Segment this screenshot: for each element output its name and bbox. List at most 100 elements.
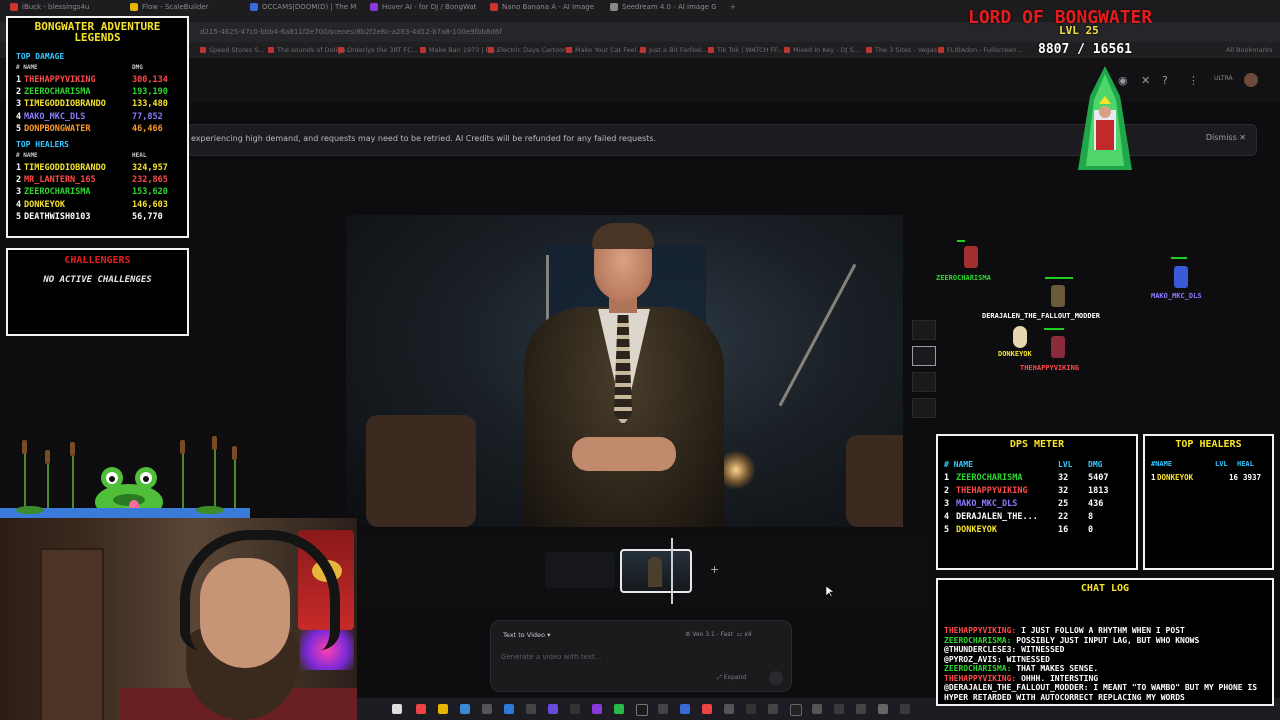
app-icon[interactable] bbox=[658, 704, 668, 714]
browser-tab[interactable]: Nano Banana A - AI Image Gen bbox=[484, 3, 596, 20]
app-icon[interactable] bbox=[680, 704, 690, 714]
heal-value: 232,865 bbox=[132, 175, 168, 186]
dps-damage: 0 bbox=[1088, 525, 1094, 535]
app-icon[interactable] bbox=[900, 704, 910, 714]
chevron-down-icon: ▾ bbox=[547, 631, 551, 639]
edge-icon[interactable] bbox=[460, 704, 470, 714]
damage-value: 193,190 bbox=[132, 87, 168, 98]
bookmark-icon bbox=[420, 47, 426, 53]
chat-message: THEHAPPYVIKING: OHHH. INTERSTING bbox=[944, 674, 1266, 684]
playhead[interactable] bbox=[671, 538, 673, 604]
app-icon[interactable] bbox=[504, 704, 514, 714]
more-menu-icon[interactable]: ⋮ bbox=[1188, 74, 1199, 87]
bookmark-icon bbox=[866, 47, 872, 53]
scene-thumbnail[interactable] bbox=[912, 398, 936, 418]
damage-value: 77,852 bbox=[132, 111, 163, 122]
heal-value: 146,603 bbox=[132, 199, 168, 210]
reeds-decoration bbox=[0, 436, 250, 520]
scene-thumbnail[interactable] bbox=[912, 320, 936, 340]
all-bookmarks[interactable]: All Bookmarks bbox=[1226, 46, 1272, 54]
chat-title: CHAT LOG bbox=[1080, 583, 1130, 594]
mouse-cursor-icon bbox=[826, 586, 834, 598]
xbox-icon[interactable] bbox=[614, 704, 624, 714]
scene-thumbnail[interactable] bbox=[912, 372, 936, 392]
bookmark-item[interactable]: Tik Tok | WATCH FF... bbox=[708, 46, 783, 54]
app-icon[interactable] bbox=[878, 704, 888, 714]
health-bar bbox=[1045, 277, 1073, 279]
send-button[interactable] bbox=[769, 671, 783, 685]
account-tier-badge: ULTRA bbox=[1214, 75, 1233, 82]
chat-messages: THEHAPPYVIKING: I JUST FOLLOW A RHYTHM W… bbox=[944, 626, 1266, 702]
scene-thumbnail[interactable] bbox=[912, 346, 936, 366]
app-icon[interactable] bbox=[482, 704, 492, 714]
bookmark-item[interactable]: Just a Bit Farfeel... bbox=[640, 46, 708, 54]
app-icon[interactable] bbox=[592, 704, 602, 714]
bookmark-item[interactable]: FLItlAdon - Fullscreen... bbox=[938, 46, 1023, 54]
bookmark-item[interactable]: The 3 Sites - Vegas bbox=[866, 46, 937, 54]
app-icon[interactable] bbox=[834, 704, 844, 714]
app-icon[interactable] bbox=[724, 704, 734, 714]
bookmark-item[interactable]: Speed Stores S... bbox=[200, 46, 264, 54]
prompt-input[interactable] bbox=[499, 650, 783, 664]
app-icon[interactable] bbox=[526, 704, 536, 714]
app-icon[interactable] bbox=[746, 704, 756, 714]
new-tab-button[interactable]: + bbox=[724, 3, 744, 20]
bookmark-item[interactable]: Orderlys the 3RT FC... bbox=[338, 46, 418, 54]
app-icon[interactable] bbox=[636, 704, 648, 716]
tab-favicon bbox=[610, 3, 618, 11]
dps-name: DONKEYOK bbox=[956, 525, 997, 535]
dps-title: DPS METER bbox=[1009, 439, 1065, 450]
heal-col-heal: HEAL bbox=[132, 152, 147, 159]
heal-name: DONKEYOK bbox=[24, 199, 65, 210]
file-explorer-icon[interactable] bbox=[392, 704, 402, 714]
expand-button[interactable]: ⤢ Expand bbox=[717, 674, 746, 682]
dps-rank: 4 bbox=[944, 512, 950, 522]
avatar[interactable] bbox=[1244, 73, 1258, 87]
dps-rank: 1 bbox=[944, 473, 950, 483]
damage-value: 46,466 bbox=[132, 123, 163, 134]
app-icon[interactable] bbox=[548, 704, 558, 714]
help-icon[interactable]: ? bbox=[1162, 74, 1168, 87]
presenter-hands bbox=[572, 437, 676, 471]
model-selector[interactable]: ⚙ Veo 3.1 - Fast ▭ x4 bbox=[685, 631, 752, 638]
app-icon[interactable] bbox=[812, 704, 822, 714]
dps-name: THEHAPPYVIKING bbox=[956, 486, 1028, 496]
mode-dropdown[interactable]: Text to Video ▾ bbox=[503, 631, 550, 639]
app-icon[interactable] bbox=[856, 704, 866, 714]
tab-favicon bbox=[10, 3, 18, 11]
chat-username: @THUNDERCLESE3: bbox=[944, 645, 1022, 654]
browser-icon[interactable] bbox=[416, 704, 426, 714]
chair bbox=[366, 415, 476, 527]
dps-rank: 2 bbox=[944, 486, 950, 496]
party-name: THEHAPPYVIKING bbox=[1020, 364, 1080, 372]
heal-rank: 1 bbox=[16, 163, 22, 173]
presenter-hair bbox=[592, 223, 654, 249]
challengers-empty: NO ACTIVE CHALLENGES bbox=[43, 275, 152, 285]
tab-favicon bbox=[490, 3, 498, 11]
browser-tab[interactable]: OCCAMS|DOOM(D) | The M... bbox=[244, 3, 356, 20]
dps-col-lvl: LVL bbox=[1058, 460, 1073, 469]
browser-tab[interactable]: Hover AI - for DJ / BongWater bbox=[364, 3, 476, 20]
chat-message: ZEEROCHARISMA: THAT MAKES SENSE. bbox=[944, 664, 1266, 674]
dps-name: DERAJALEN_THE... bbox=[956, 512, 1038, 522]
app-icon[interactable] bbox=[768, 704, 778, 714]
x-icon[interactable]: ✕ bbox=[1141, 74, 1150, 87]
bookmark-icon bbox=[938, 47, 944, 53]
challengers-title: CHALLENGERS bbox=[64, 255, 131, 266]
chrome-icon[interactable] bbox=[702, 704, 712, 714]
heal-value: 324,957 bbox=[132, 163, 168, 173]
bookmark-item[interactable]: Mixed In Key - DJ S... bbox=[784, 46, 860, 54]
bookmark-item[interactable]: Electric Days Cartoon... bbox=[488, 46, 573, 54]
dismiss-button[interactable]: Dismiss ✕ bbox=[1206, 133, 1246, 142]
bookmark-item[interactable]: Make Your Cat Feel... bbox=[566, 46, 643, 54]
browser-tab[interactable]: Seedream 4.0 - AI Image Gene bbox=[604, 3, 716, 20]
app-icon[interactable] bbox=[790, 704, 802, 716]
folder-icon[interactable] bbox=[438, 704, 448, 714]
video-preview[interactable] bbox=[346, 215, 903, 527]
healer-name: DONKEYOK bbox=[1157, 473, 1194, 482]
bookmark-icon bbox=[784, 47, 790, 53]
timeline-clip[interactable] bbox=[620, 549, 692, 593]
add-scene-button[interactable]: + bbox=[710, 563, 719, 576]
app-icon[interactable] bbox=[570, 704, 580, 714]
chat-username: ZEEROCHARISMA: bbox=[944, 635, 1017, 645]
